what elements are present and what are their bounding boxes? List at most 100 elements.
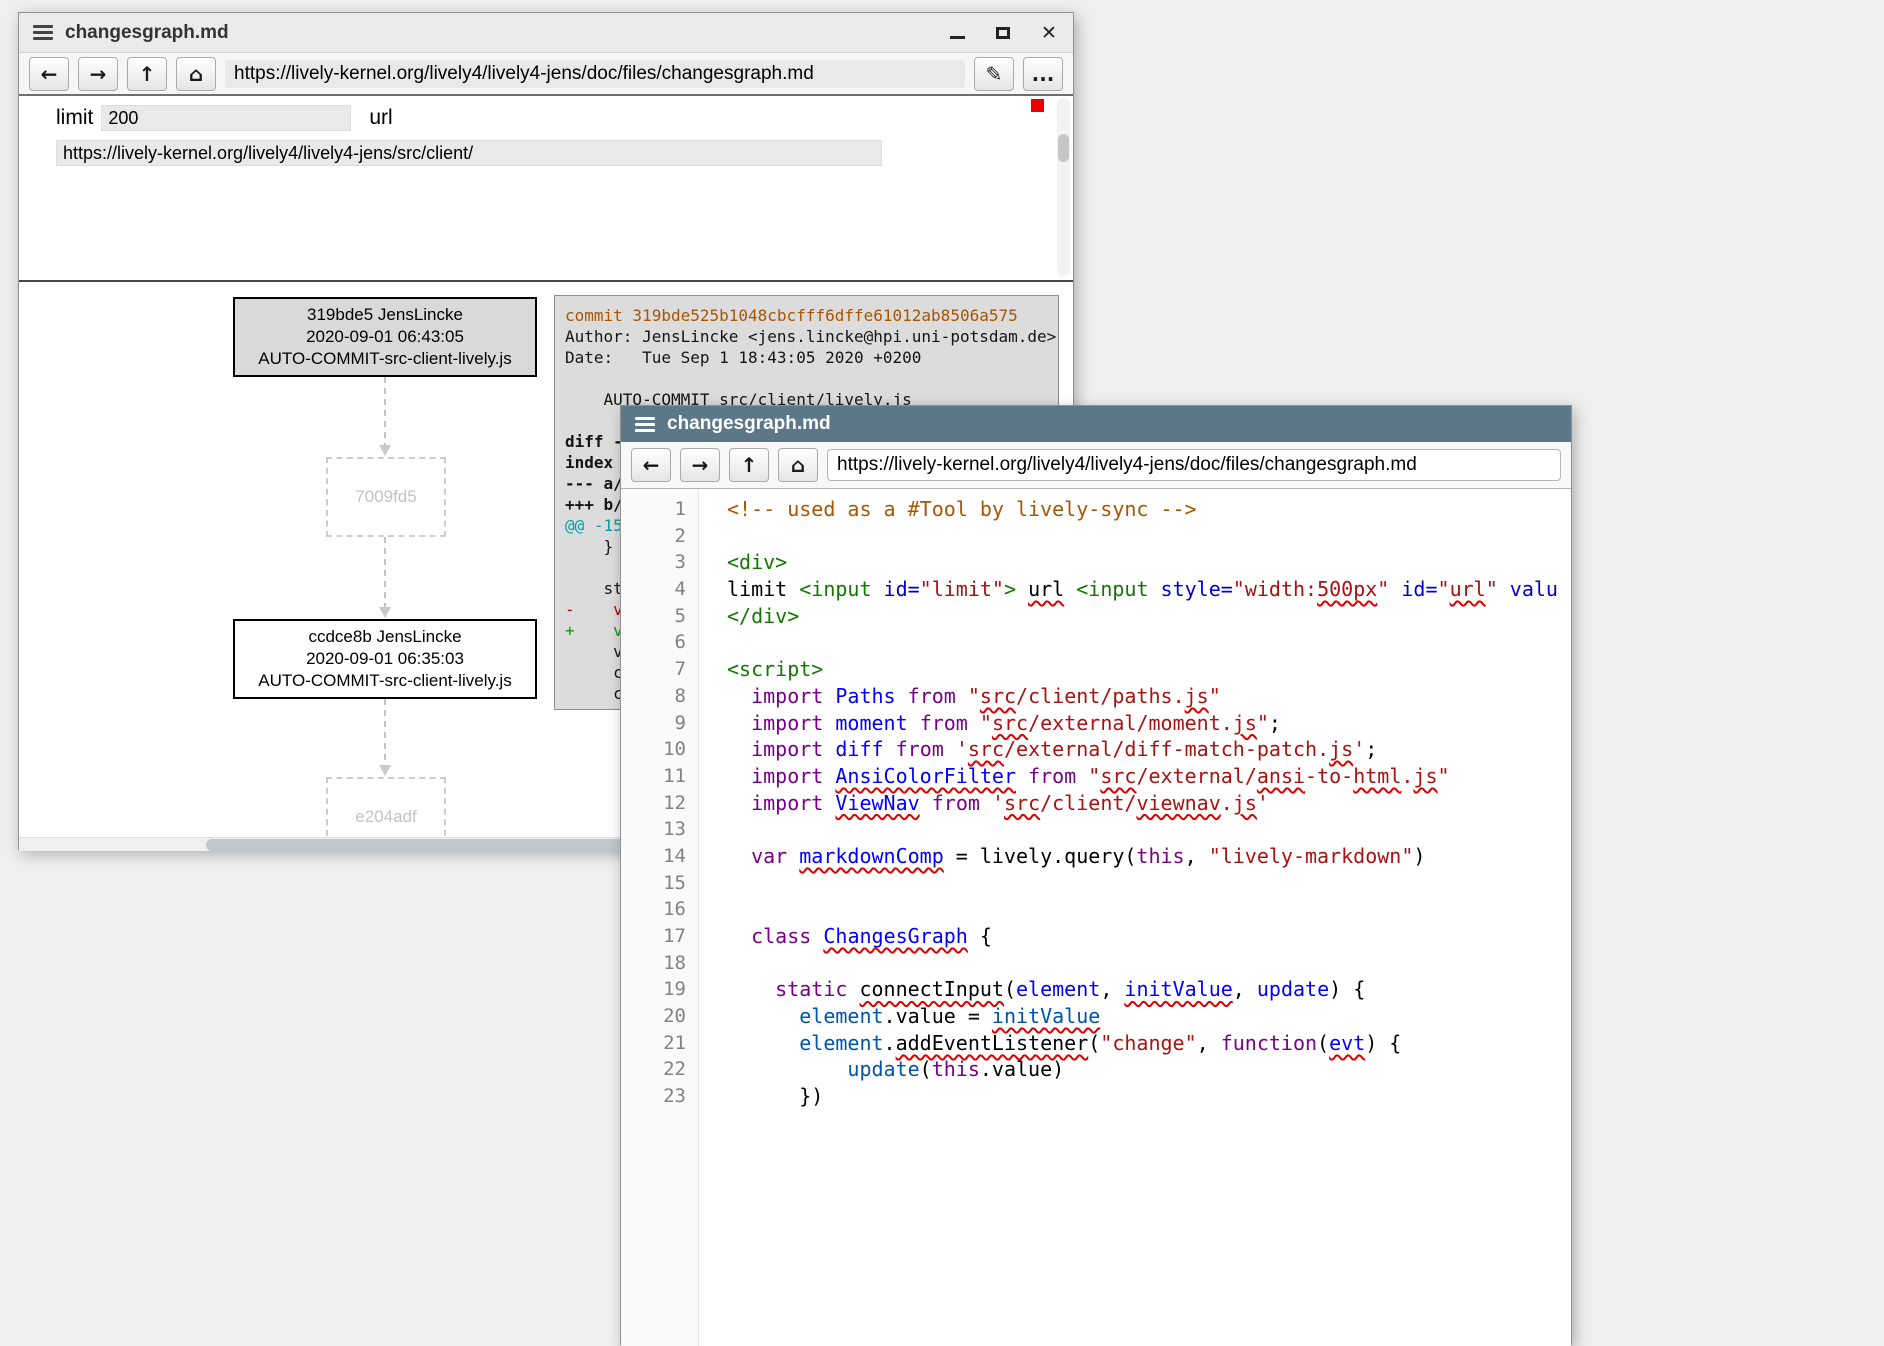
vertical-scrollbar[interactable] xyxy=(1057,98,1070,276)
line-number: 2 xyxy=(621,523,698,550)
forward-button[interactable]: → xyxy=(680,448,720,482)
home-button[interactable]: ⌂ xyxy=(778,448,818,482)
home-icon: ⌂ xyxy=(189,62,203,86)
limit-label: limit xyxy=(56,106,93,130)
code-editor[interactable]: 1234567891011121314151617181920212223 <!… xyxy=(621,489,1571,1346)
window1-titlebar[interactable]: changesgraph.md ✕ xyxy=(19,13,1073,53)
window-changesgraph-front[interactable]: changesgraph.md ← → ↑ ⌂ 1234567891011121… xyxy=(620,405,1572,1345)
commit-node-label: AUTO-COMMIT-src-client-lively.js xyxy=(235,348,535,370)
limit-input[interactable] xyxy=(101,105,351,131)
code-line: class ChangesGraph { xyxy=(727,923,1571,950)
modified-indicator xyxy=(1031,99,1044,112)
code-line: static connectInput(element, initValue, … xyxy=(727,976,1571,1003)
code-line: }) xyxy=(727,1083,1571,1110)
edit-button[interactable]: ✎ xyxy=(974,57,1014,91)
line-number: 11 xyxy=(621,763,698,790)
diff-line: Date: Tue Sep 1 18:43:05 2020 +0200 xyxy=(565,347,1058,368)
line-number: 23 xyxy=(621,1083,698,1110)
code-line: import ViewNav from 'src/client/viewnav.… xyxy=(727,790,1571,817)
up-icon: ↑ xyxy=(139,62,156,86)
line-number: 20 xyxy=(621,1003,698,1030)
commit-node-label: AUTO-COMMIT-src-client-lively.js xyxy=(235,670,535,692)
address-input[interactable] xyxy=(225,60,965,88)
code-line: </div> xyxy=(727,603,1571,630)
code-line xyxy=(727,950,1571,977)
commit-node-label: 319bde5 JensLincke xyxy=(235,304,535,326)
window2-titlebar[interactable]: changesgraph.md xyxy=(621,406,1571,442)
line-number: 14 xyxy=(621,843,698,870)
up-button[interactable]: ↑ xyxy=(729,448,769,482)
window2-toolbar: ← → ↑ ⌂ xyxy=(621,442,1571,489)
code-line: update(this.value) xyxy=(727,1056,1571,1083)
commit-node-319bde5[interactable]: 319bde5 JensLincke2020-09-01 06:43:05AUT… xyxy=(233,297,537,377)
line-number-gutter: 1234567891011121314151617181920212223 xyxy=(621,489,699,1346)
ellipsis-icon: ... xyxy=(1032,62,1055,86)
line-number: 18 xyxy=(621,950,698,977)
home-button[interactable]: ⌂ xyxy=(176,57,216,91)
commit-node-label: 7009fd5 xyxy=(328,486,444,508)
code-line xyxy=(727,523,1571,550)
up-icon: ↑ xyxy=(741,453,758,477)
line-number: 9 xyxy=(621,710,698,737)
code-line: import moment from "src/external/moment.… xyxy=(727,710,1571,737)
maximize-button[interactable] xyxy=(993,23,1013,43)
menu-icon[interactable] xyxy=(33,25,53,40)
line-number: 16 xyxy=(621,896,698,923)
commit-node-label: 2020-09-01 06:35:03 xyxy=(235,648,535,670)
code-line: import diff from 'src/external/diff-matc… xyxy=(727,736,1571,763)
minimize-button[interactable] xyxy=(947,23,967,43)
graph-edge xyxy=(376,537,394,619)
diff-line: commit 319bde525b1048cbcfff6dffe61012ab8… xyxy=(565,305,1058,326)
code-line: import Paths from "src/client/paths.js" xyxy=(727,683,1571,710)
graph-edge xyxy=(376,377,394,457)
limit-url-form: limit url xyxy=(19,96,1073,131)
commit-node-e204adf[interactable]: e204adf xyxy=(326,777,446,837)
desktop: { "icons": { "back": "←", "forward": "→"… xyxy=(0,0,1884,1323)
forward-icon: → xyxy=(692,453,709,477)
pencil-icon: ✎ xyxy=(986,62,1003,86)
code-line xyxy=(727,896,1571,923)
commit-node-ccdce8b[interactable]: ccdce8b JensLincke2020-09-01 06:35:03AUT… xyxy=(233,619,537,699)
back-icon: ← xyxy=(643,453,660,477)
code-line: <div> xyxy=(727,549,1571,576)
forward-button[interactable]: → xyxy=(78,57,118,91)
horizontal-scrollbar-thumb[interactable] xyxy=(206,839,631,851)
code-line: element.value = initValue xyxy=(727,1003,1571,1030)
diff-line xyxy=(565,368,1058,389)
vertical-scrollbar-thumb[interactable] xyxy=(1058,134,1069,162)
markdown-content: limit url xyxy=(19,96,1073,280)
code-content[interactable]: <!-- used as a #Tool by lively-sync --> … xyxy=(699,489,1571,1346)
line-number: 4 xyxy=(621,576,698,603)
line-number: 21 xyxy=(621,1030,698,1057)
line-number: 19 xyxy=(621,976,698,1003)
back-button[interactable]: ← xyxy=(29,57,69,91)
line-number: 7 xyxy=(621,656,698,683)
repo-url-input[interactable] xyxy=(56,140,882,166)
forward-icon: → xyxy=(90,62,107,86)
close-button[interactable]: ✕ xyxy=(1039,23,1059,43)
line-number: 6 xyxy=(621,629,698,656)
menu-icon[interactable] xyxy=(635,417,655,432)
code-line xyxy=(727,816,1571,843)
more-button[interactable]: ... xyxy=(1023,57,1063,91)
window1-toolbar: ← → ↑ ⌂ ✎ ... xyxy=(19,53,1073,96)
code-line: element.addEventListener("change", funct… xyxy=(727,1030,1571,1057)
code-line: <script> xyxy=(727,656,1571,683)
line-number: 12 xyxy=(621,790,698,817)
back-button[interactable]: ← xyxy=(631,448,671,482)
commit-node-label: 2020-09-01 06:43:05 xyxy=(235,326,535,348)
diff-line: Author: JensLincke <jens.lincke@hpi.uni-… xyxy=(565,326,1058,347)
code-line xyxy=(727,870,1571,897)
line-number: 5 xyxy=(621,603,698,630)
up-button[interactable]: ↑ xyxy=(127,57,167,91)
line-number: 22 xyxy=(621,1056,698,1083)
line-number: 13 xyxy=(621,816,698,843)
graph-edge xyxy=(376,699,394,777)
commit-node-7009fd5[interactable]: 7009fd5 xyxy=(326,457,446,537)
code-line xyxy=(727,629,1571,656)
code-line: limit <input id="limit"> url <input styl… xyxy=(727,576,1571,603)
address-input[interactable] xyxy=(827,449,1561,481)
code-line: var markdownComp = lively.query(this, "l… xyxy=(727,843,1571,870)
maximize-icon xyxy=(996,27,1010,39)
home-icon: ⌂ xyxy=(791,453,805,477)
